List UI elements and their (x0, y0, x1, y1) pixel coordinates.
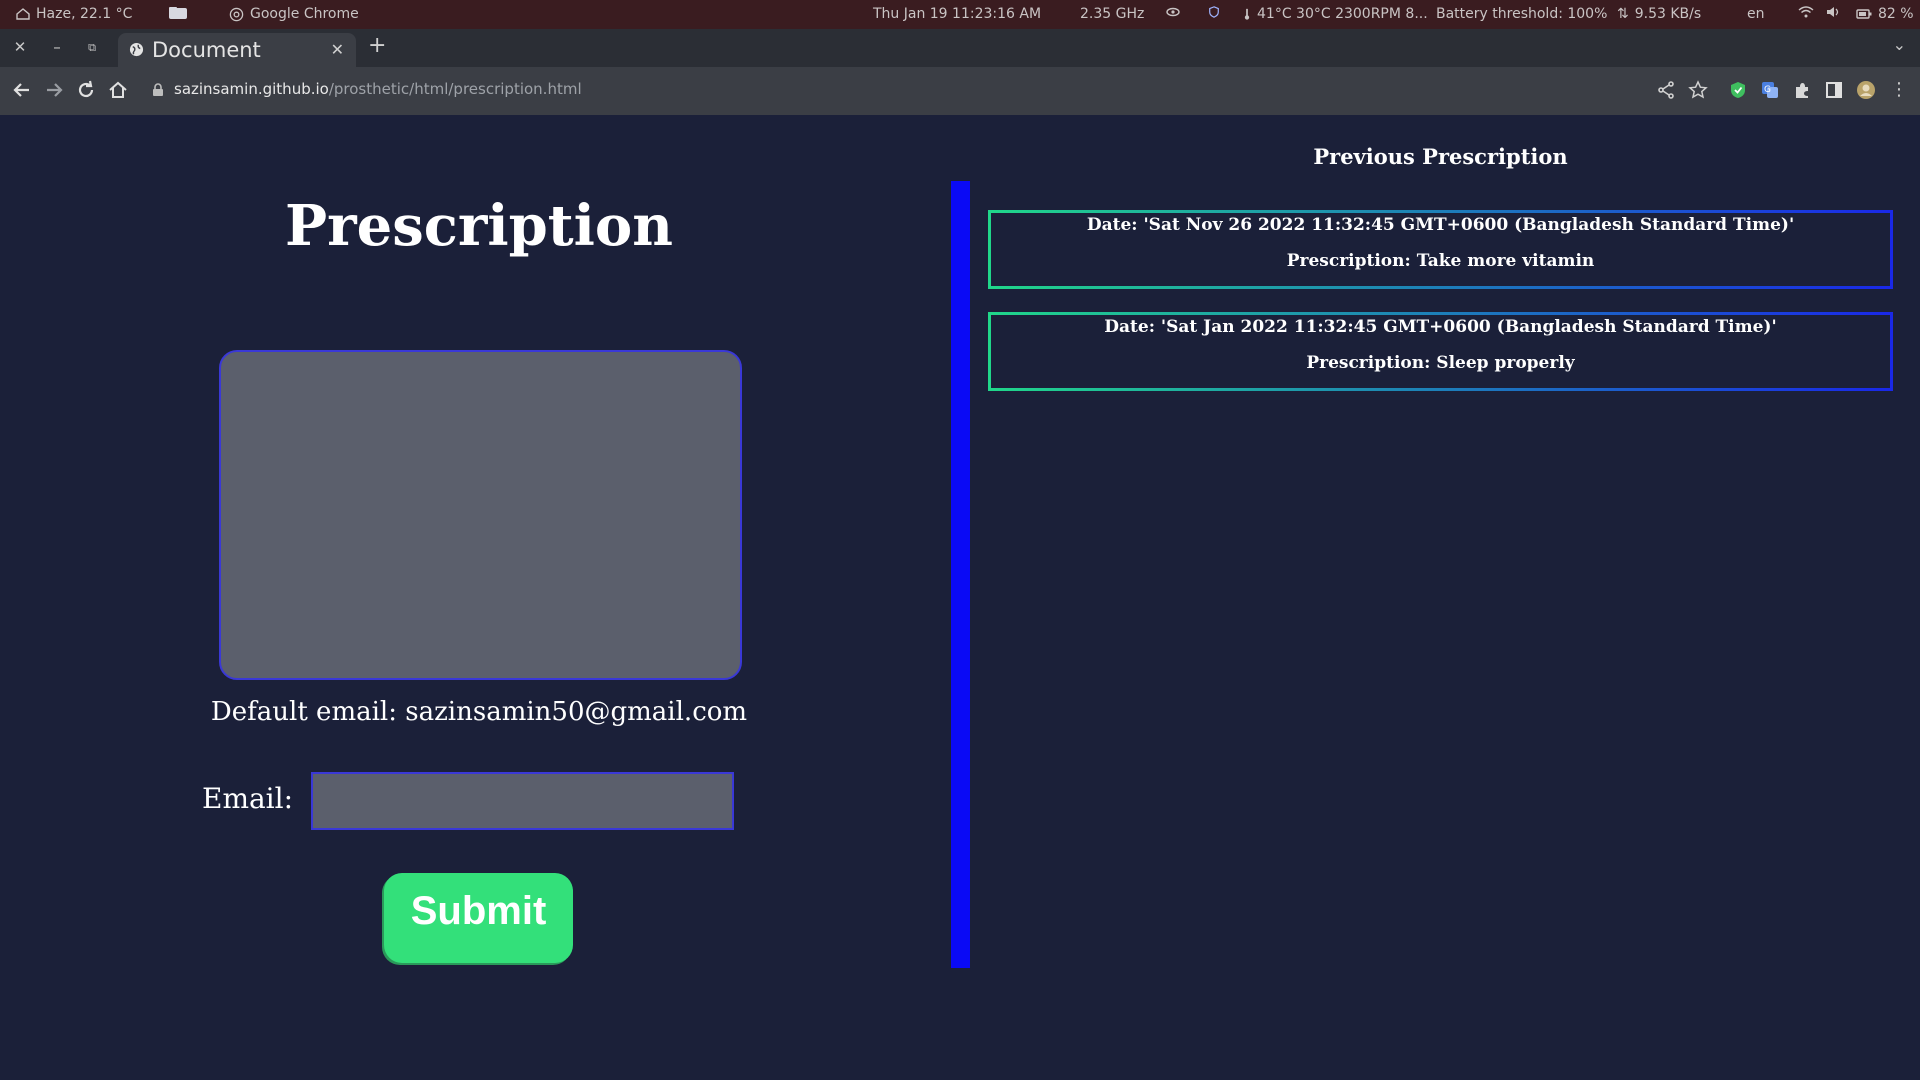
back-button[interactable] (11, 79, 33, 101)
svg-text:G: G (1764, 85, 1771, 95)
forward-button[interactable] (43, 79, 65, 101)
wifi-icon (1798, 6, 1814, 18)
active-app[interactable]: Google Chrome (229, 6, 359, 22)
profile-avatar-icon[interactable] (1856, 80, 1876, 100)
new-tab-button[interactable]: + (368, 33, 386, 58)
lock-icon[interactable] (152, 83, 164, 97)
tab-strip: ✕ – ⧉ Document ✕ + ⌄ (0, 29, 1920, 67)
vertical-divider (951, 181, 970, 968)
submit-button[interactable]: Submit (384, 873, 573, 963)
weather-text: Haze, 22.1 °C (36, 6, 133, 22)
translate-icon[interactable]: G (1760, 80, 1780, 100)
puzzle-icon[interactable] (1792, 80, 1812, 100)
files-launcher[interactable] (168, 6, 188, 20)
reload-button[interactable] (75, 79, 97, 101)
address-bar[interactable]: sazinsamin.github.io/prosthetic/html/pre… (174, 80, 582, 98)
weather-widget[interactable]: Haze, 22.1 °C (16, 6, 132, 22)
prescription-card: Date: 'Sat Jan 2022 11:32:45 GMT+0600 (B… (988, 312, 1893, 391)
folder-icon (169, 7, 187, 19)
battery-threshold-text: Battery threshold: 100% (1436, 6, 1608, 22)
page-content: Prescription Default email: sazinsamin50… (0, 115, 1920, 1080)
arrow-right-icon (47, 83, 63, 97)
arrow-left-icon (13, 83, 29, 97)
page-title: Prescription (284, 193, 673, 259)
tab-title: Document (152, 38, 261, 62)
active-app-name: Google Chrome (250, 6, 359, 22)
chrome-icon (229, 7, 244, 21)
battery-indicator[interactable]: 82 % (1856, 6, 1914, 22)
speaker-icon (1827, 7, 1839, 17)
adblock-shield-icon[interactable] (1728, 80, 1748, 100)
menu-kebab-icon[interactable]: ⋮ (1890, 80, 1908, 100)
cpu-freq-text: 2.35 GHz (1080, 6, 1145, 22)
prescription-card: Date: 'Sat Nov 26 2022 11:32:45 GMT+0600… (988, 210, 1893, 289)
globe-icon (129, 42, 144, 57)
reload-icon (78, 80, 94, 98)
home-button[interactable] (107, 79, 129, 101)
close-window-button[interactable]: ✕ (10, 38, 30, 56)
previous-prescription-title: Previous Prescription (1313, 144, 1568, 169)
prescription-text: Prescription: Take more vitamin (1286, 251, 1595, 271)
home-icon (109, 81, 127, 98)
sensors-indicator[interactable]: 41°C 30°C 2300RPM 8... (1243, 6, 1428, 22)
home-icon (16, 8, 30, 20)
wifi-indicator[interactable] (1798, 6, 1814, 18)
bookmark-star-icon[interactable] (1688, 80, 1708, 100)
prescription-date: Date: 'Sat Jan 2022 11:32:45 GMT+0600 (B… (1104, 317, 1777, 337)
eye-indicator[interactable] (1166, 6, 1180, 18)
battery-icon (1856, 9, 1872, 19)
minimize-window-button[interactable]: – (47, 38, 67, 56)
volume-indicator[interactable] (1826, 6, 1842, 18)
updown-arrows-icon: ⇅ (1617, 6, 1629, 22)
network-speed[interactable]: ⇅ 9.53 KB/s (1617, 6, 1701, 22)
cpu-freq: 2.35 GHz (1080, 6, 1144, 22)
tab-search-button[interactable]: ⌄ (1893, 35, 1906, 54)
camera-preview-box (219, 350, 742, 680)
language-text: en (1747, 6, 1765, 22)
network-speed-text: 9.53 KB/s (1634, 6, 1702, 22)
prescription-date: Date: 'Sat Nov 26 2022 11:32:45 GMT+0600… (1086, 215, 1795, 235)
battery-threshold[interactable]: Battery threshold: 100% (1436, 6, 1607, 22)
side-panel-icon[interactable] (1824, 80, 1844, 100)
sensors-text: 41°C 30°C 2300RPM 8... (1257, 6, 1428, 22)
tab-close-icon[interactable]: ✕ (331, 40, 344, 59)
shield-indicator[interactable] (1207, 6, 1221, 18)
url-host: sazinsamin.github.io (174, 80, 329, 98)
restore-window-button[interactable]: ⧉ (82, 41, 102, 55)
url-path: /prosthetic/html/prescription.html (328, 80, 582, 98)
thermometer-icon (1244, 8, 1250, 20)
clock-text: Thu Jan 19 11:23:16 AM (873, 6, 1042, 22)
browser-toolbar: sazinsamin.github.io/prosthetic/html/pre… (0, 67, 1920, 115)
default-email-text: Default email: sazinsamin50@gmail.com (210, 697, 748, 727)
keyboard-language[interactable]: en (1747, 6, 1765, 22)
shield-icon (1209, 6, 1219, 18)
prescription-text: Prescription: Sleep properly (1306, 353, 1575, 373)
email-label: Email: (202, 782, 294, 815)
email-input[interactable] (311, 772, 734, 830)
battery-text: 82 % (1878, 6, 1914, 22)
os-top-bar: Haze, 22.1 °C Google Chrome Thu Jan 19 1… (0, 0, 1920, 29)
clock[interactable]: Thu Jan 19 11:23:16 AM (873, 6, 1041, 22)
share-icon[interactable] (1656, 80, 1676, 100)
tab-document[interactable]: Document ✕ (118, 33, 356, 67)
eye-icon (1166, 7, 1180, 17)
